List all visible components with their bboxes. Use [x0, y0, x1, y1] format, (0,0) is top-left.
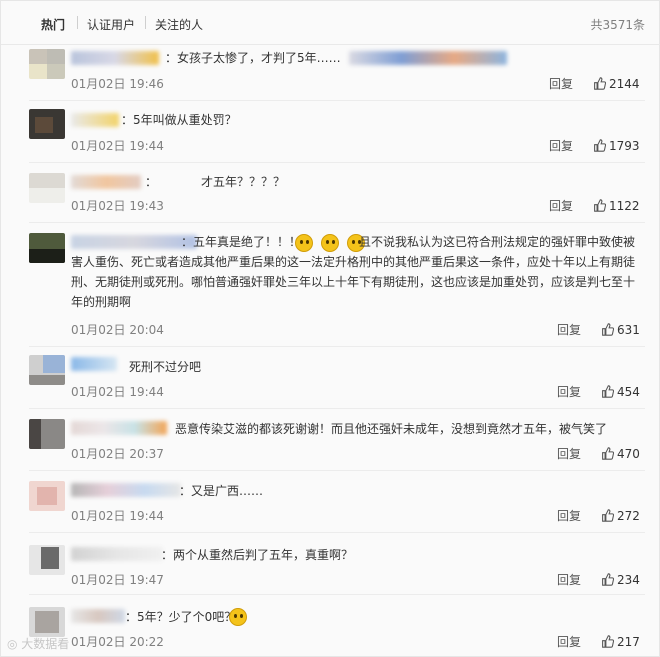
username-blurred[interactable]	[71, 421, 167, 435]
avatar[interactable]	[29, 545, 65, 575]
comment-date: 01月02日 19:44	[71, 509, 164, 523]
tab-divider	[145, 16, 146, 29]
thumbs-up-icon	[594, 199, 606, 212]
comment-item: ： 才五年？？？？ 01月02日 19:43 回复 1122	[29, 163, 645, 223]
tab-divider	[77, 16, 78, 29]
watermark-text: 大数据看	[21, 637, 70, 651]
avatar[interactable]	[29, 109, 65, 139]
like-count: 217	[617, 635, 640, 649]
like-count: 631	[617, 323, 640, 337]
thumbs-up-icon	[602, 635, 614, 648]
weibo-logo-icon: ◎	[7, 637, 22, 651]
thumbs-up-icon	[602, 385, 614, 398]
like-button[interactable]: 272	[601, 509, 640, 523]
comment-date: 01月02日 20:37	[71, 447, 164, 461]
comment-item: ：5年叫做从重处罚？ 01月02日 19:44 回复 1793	[29, 101, 645, 163]
comment-text: ：两个从重然后判了五年，真重啊？	[161, 548, 354, 562]
avatar[interactable]	[29, 173, 65, 203]
comment-filter-tabs: 热门 认证用户 关注的人 共3571条	[1, 1, 660, 45]
username-blurred[interactable]	[71, 51, 159, 65]
comment-text-long: 且不说我私认为这已符合刑法规定的强奸罪中致使被害人重伤、死亡或者造成其他严重后果…	[71, 235, 636, 309]
comment-date: 01月02日 19:43	[71, 199, 164, 213]
comment-text: ：女孩子太惨了，才判了5年……	[165, 51, 341, 65]
avatar[interactable]	[29, 607, 65, 637]
like-button[interactable]: 234	[601, 573, 640, 587]
avatar[interactable]	[29, 481, 65, 511]
comment-item: 死刑不过分吧 01月02日 19:44 回复 454	[29, 347, 645, 409]
tab-hot[interactable]: 热门	[41, 16, 65, 33]
comment-panel: 热门 认证用户 关注的人 共3571条 ：女孩子太惨了，才判了5年…… 01月0…	[0, 0, 660, 657]
comment-item: ：女孩子太惨了，才判了5年…… 01月02日 19:46 回复 2144	[29, 45, 645, 101]
comment-date: 01月02日 19:46	[71, 77, 164, 91]
thumbs-up-icon	[602, 509, 614, 522]
username-blurred[interactable]	[71, 175, 141, 189]
thumbs-up-icon	[602, 447, 614, 460]
comment-date: 01月02日 19:44	[71, 385, 164, 399]
reply-button[interactable]: 回复	[557, 571, 581, 588]
thumbs-up-icon	[602, 573, 614, 586]
thumbs-up-icon	[602, 323, 614, 336]
username-blurred[interactable]	[71, 113, 119, 127]
comment-text: ：	[145, 175, 158, 189]
username-blurred[interactable]	[71, 483, 181, 497]
comment-item: ：五年真是绝了！！！ 且不说我私认为这已符合刑法规定的强奸罪中致使被害人重伤、死…	[29, 223, 645, 347]
comment-date: 01月02日 20:04	[71, 323, 164, 337]
comment-item: ：又是广西…… 01月02日 19:44 回复 272	[29, 471, 645, 533]
like-count: 272	[617, 509, 640, 523]
like-button[interactable]: 631	[601, 323, 640, 337]
reply-button[interactable]: 回复	[557, 445, 581, 462]
like-count: 1793	[609, 139, 640, 153]
like-count: 1122	[609, 199, 640, 213]
comment-date: 01月02日 19:44	[71, 139, 164, 153]
thumbs-up-icon	[594, 139, 606, 152]
avatar[interactable]	[29, 419, 65, 449]
avatar[interactable]	[29, 233, 65, 263]
like-button[interactable]: 2144	[593, 77, 640, 91]
comment-item: ：两个从重然后判了五年，真重啊？ 01月02日 19:47 回复 234	[29, 533, 645, 595]
watermark: ◎ 大数据看	[7, 635, 69, 652]
avatar[interactable]	[29, 355, 65, 385]
comment-total-count: 共3571条	[590, 18, 645, 32]
like-button[interactable]: 1793	[593, 139, 640, 153]
like-count: 2144	[609, 77, 640, 91]
comment-text: ：又是广西……	[179, 484, 264, 498]
like-button[interactable]: 454	[601, 385, 640, 399]
like-button[interactable]: 470	[601, 447, 640, 461]
reply-button[interactable]: 回复	[557, 383, 581, 400]
tab-verified-users[interactable]: 认证用户	[87, 16, 135, 33]
reply-button[interactable]: 回复	[549, 137, 573, 154]
reply-button[interactable]: 回复	[549, 197, 573, 214]
blurred-content	[349, 51, 507, 65]
thumbs-up-icon	[594, 77, 606, 90]
reply-button[interactable]: 回复	[557, 507, 581, 524]
username-blurred[interactable]	[71, 357, 117, 371]
comment-date: 01月02日 20:22	[71, 635, 164, 649]
username-blurred[interactable]	[71, 609, 125, 623]
reply-button[interactable]: 回复	[557, 633, 581, 650]
comment-text: ：5年？少了个0吧？	[125, 610, 237, 624]
comment-date: 01月02日 19:47	[71, 573, 164, 587]
reply-button[interactable]: 回复	[549, 75, 573, 92]
comment-text: ：5年叫做从重处罚？	[121, 113, 237, 127]
like-count: 234	[617, 573, 640, 587]
comment-item: ：5年？少了个0吧？ 01月02日 20:22 回复 217	[29, 595, 645, 657]
comment-text: 恶意传染艾滋的都该死谢谢！而且他还强奸未成年，没想到竟然才五年，被气笑了	[175, 422, 608, 436]
like-count: 454	[617, 385, 640, 399]
reply-button[interactable]: 回复	[557, 321, 581, 338]
like-button[interactable]: 217	[601, 635, 640, 649]
tab-following[interactable]: 关注的人	[155, 16, 203, 33]
smile-emoji-icon	[229, 608, 247, 626]
comment-text-continued: 才五年？？？？	[201, 175, 286, 189]
comment-text: 死刑不过分吧	[129, 360, 202, 374]
like-button[interactable]: 1122	[593, 199, 640, 213]
username-blurred[interactable]	[71, 547, 163, 561]
like-count: 470	[617, 447, 640, 461]
comment-item: 恶意传染艾滋的都该死谢谢！而且他还强奸未成年，没想到竟然才五年，被气笑了 01月…	[29, 409, 645, 471]
avatar[interactable]	[29, 49, 65, 79]
